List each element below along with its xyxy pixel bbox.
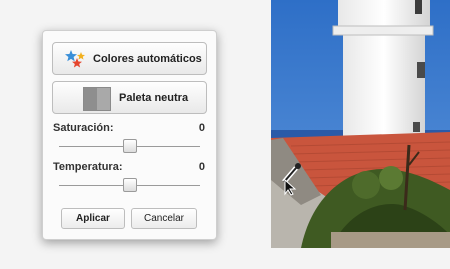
auto-colors-label: Colores automáticos [93, 52, 202, 65]
auto-colors-button[interactable]: Colores automáticos [52, 42, 207, 75]
saturation-label: Saturación: [53, 122, 114, 134]
gray-swatch-icon [83, 87, 111, 111]
apply-button[interactable]: Aplicar [61, 208, 125, 229]
cancel-button[interactable]: Cancelar [131, 208, 197, 229]
temperature-slider-thumb[interactable] [122, 178, 137, 192]
eyedropper-icon [282, 163, 301, 196]
lighthouse-image [271, 0, 450, 248]
color-adjust-panel: Colores automáticos Paleta neutra Satura… [42, 30, 217, 240]
neutral-palette-button[interactable]: Paleta neutra [52, 81, 207, 114]
temperature-value: 0 [198, 161, 205, 173]
saturation-slider-thumb[interactable] [122, 139, 137, 153]
saturation-value: 0 [198, 122, 205, 134]
photo-lighthouse[interactable] [271, 0, 450, 248]
colorful-stars-icon [65, 50, 85, 68]
neutral-palette-label: Paleta neutra [119, 91, 189, 104]
temperature-label: Temperatura: [53, 161, 123, 173]
